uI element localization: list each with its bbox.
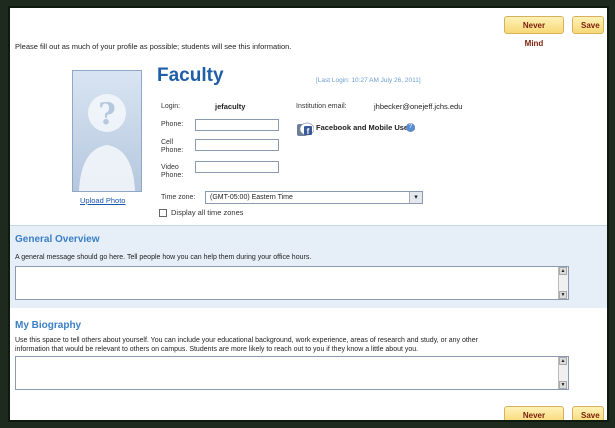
profile-window: Never Mind Save Please fill out as much … [8, 6, 609, 422]
biography-description: Use this space to tell others about your… [15, 336, 478, 354]
person-silhouette-icon: ? [79, 94, 135, 191]
never-mind-button-top[interactable]: Never Mind [504, 16, 564, 48]
video-phone-label-line-2: Phone: [161, 172, 184, 179]
cell-phone-label-line-2: Phone: [161, 147, 184, 154]
video-phone-input[interactable] [195, 161, 279, 173]
timezone-select[interactable]: (GMT-05:00) Eastern Time ▾ [205, 191, 423, 204]
upload-photo-link[interactable]: Upload Photo [80, 196, 125, 205]
video-phone-label-line-1: Video [161, 164, 179, 171]
cell-phone-label-line-1: Cell [161, 139, 174, 146]
timezone-label: Time zone: [161, 194, 196, 201]
last-login-text: [Last Login: 10:27 AM July 26, 2011] [316, 77, 421, 84]
help-icon[interactable]: ? [406, 123, 415, 132]
svg-text:f: f [307, 127, 310, 136]
timezone-selected-value: (GMT-05:00) Eastern Time [210, 194, 293, 201]
facebook-phone-icon[interactable]: f [296, 121, 314, 137]
biography-title: My Biography [15, 320, 82, 331]
login-label: Login: [161, 103, 181, 110]
scroll-up-icon[interactable]: ▲ [559, 357, 567, 365]
never-mind-button-bottom[interactable]: Never Mind [504, 406, 564, 420]
general-overview-textarea[interactable]: ▲ ▼ [15, 266, 569, 300]
cell-phone-input[interactable] [195, 139, 279, 151]
textarea-scrollbar[interactable]: ▲ ▼ [558, 357, 568, 389]
intro-text: Please fill out as much of your profile … [15, 42, 292, 51]
phone-label: Phone: [161, 121, 184, 128]
general-overview-description: A general message should go here. Tell p… [15, 254, 312, 261]
display-all-timezones-checkbox[interactable] [159, 209, 167, 217]
facebook-mobile-label[interactable]: Facebook and Mobile Users [316, 123, 415, 132]
cell-phone-label: Cell Phone: [161, 139, 183, 155]
page-title: Faculty [157, 65, 224, 86]
svg-text:?: ? [98, 97, 116, 132]
phone-input[interactable] [195, 119, 279, 131]
email-value: jhbecker@onejeff.jchs.edu [374, 102, 463, 111]
save-button-top[interactable]: Save [572, 16, 604, 34]
save-button-bottom[interactable]: Save [572, 406, 604, 420]
biography-description-line-1: Use this space to tell others about your… [15, 337, 478, 344]
email-label: Institution email: [296, 103, 347, 110]
general-overview-section: General Overview A general message shoul… [10, 225, 607, 308]
textarea-scrollbar[interactable]: ▲ ▼ [558, 267, 568, 299]
scroll-down-icon[interactable]: ▼ [559, 381, 567, 389]
profile-photo[interactable]: ? [72, 70, 142, 192]
general-overview-title: General Overview [15, 234, 100, 245]
scroll-down-icon[interactable]: ▼ [559, 291, 567, 299]
chevron-down-icon: ▾ [409, 192, 422, 203]
display-all-timezones-label: Display all time zones [171, 208, 244, 217]
scroll-up-icon[interactable]: ▲ [559, 267, 567, 275]
video-phone-label: Video Phone: [161, 164, 183, 180]
biography-description-line-2: information that would be relevant to ot… [15, 346, 419, 353]
biography-textarea[interactable]: ▲ ▼ [15, 356, 569, 390]
login-value: jefaculty [215, 102, 246, 111]
